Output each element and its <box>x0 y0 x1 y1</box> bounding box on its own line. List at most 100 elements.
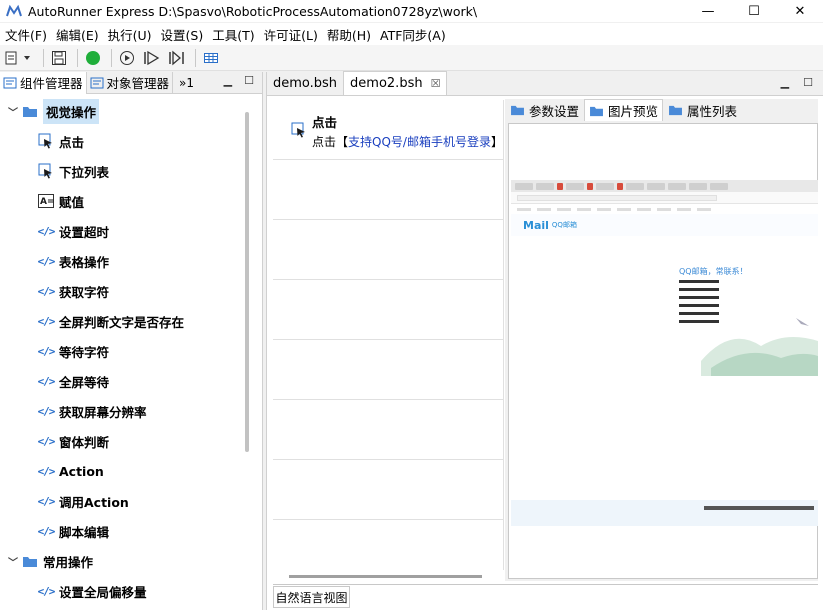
tree-group-common[interactable]: ﹀ 常用操作 <box>0 546 245 576</box>
tree-item-get-text[interactable]: </> 获取字符 <box>0 276 245 306</box>
step-target-link[interactable]: 支持QQ号/邮箱手机号登录 <box>348 135 491 149</box>
toolbar-separator <box>77 48 78 67</box>
tab-overflow-button[interactable]: »1 <box>173 76 194 90</box>
tree-item-set-timeout[interactable]: </> 设置超时 <box>0 216 245 246</box>
tab-object-manager[interactable]: 对象管理器 <box>87 71 174 94</box>
empty-step-row[interactable] <box>273 160 503 220</box>
browser-tab <box>710 182 728 190</box>
tree-item-global-offset[interactable]: </> 设置全局偏移量 <box>0 576 245 606</box>
browser-tab <box>566 182 584 190</box>
tree-scrollbar[interactable] <box>245 112 249 452</box>
browser-tab <box>536 182 554 190</box>
tree-item-label: 全屏等待 <box>59 374 110 390</box>
table-view-button[interactable] <box>200 47 222 69</box>
empty-step-row[interactable] <box>273 280 503 340</box>
tree-item-label: 全屏判断文字是否存在 <box>59 314 185 330</box>
record-button[interactable] <box>82 47 104 69</box>
mail-greeting: QQ邮箱，常联系！ <box>679 267 748 276</box>
tree-group-visual[interactable]: ﹀ 视觉操作 <box>0 96 245 126</box>
run-button[interactable] <box>116 47 138 69</box>
menu-bar: 文件(F) 编辑(E) 执行(U) 设置(S) 工具(T) 许可证(L) 帮助(… <box>0 23 823 45</box>
menu-license[interactable]: 许可证(L) <box>262 25 325 44</box>
browser-tab <box>647 182 665 190</box>
chevron-down-icon[interactable]: ﹀ <box>8 554 20 569</box>
tab-component-manager-label: 组件管理器 <box>20 76 83 91</box>
browser-bookmarks <box>511 204 818 214</box>
panel-maximize-button[interactable]: ☐ <box>244 74 254 87</box>
tree-item-action[interactable]: </> Action <box>0 456 245 486</box>
maximize-button[interactable]: ☐ <box>731 0 777 22</box>
chevron-down-icon[interactable]: ﹀ <box>8 104 20 119</box>
code-icon: </> <box>37 524 56 538</box>
code-icon: </> <box>37 284 56 298</box>
menu-edit[interactable]: 编辑(E) <box>54 25 106 44</box>
tab-natural-language-view[interactable]: 自然语言视图 <box>273 586 350 608</box>
panel-minimize-button[interactable]: ▁ <box>224 74 232 87</box>
tree-item-label: 设置超时 <box>59 224 110 240</box>
bottom-tab-strip <box>273 584 818 585</box>
tree-item-wait-text[interactable]: </> 等待字符 <box>0 336 245 366</box>
tab-properties[interactable]: 属性列表 <box>663 99 742 121</box>
save-icon <box>52 50 66 65</box>
minimize-button[interactable]: — <box>685 0 731 22</box>
tree-item-label: 点击 <box>59 134 85 150</box>
tab-demo-bsh[interactable]: demo.bsh <box>267 71 345 95</box>
tree-item-assign[interactable]: A= 赋值 <box>0 186 245 216</box>
menu-atf-sync[interactable]: ATF同步(A) <box>378 25 453 44</box>
code-icon: </> <box>37 254 56 268</box>
empty-step-row[interactable] <box>273 340 503 400</box>
browser-tab <box>587 182 593 190</box>
tab-demo2-bsh[interactable]: demo2.bsh ☒ <box>344 71 448 95</box>
window-title: AutoRunner Express D:\Spasvo\RoboticProc… <box>28 3 478 19</box>
tab-component-manager[interactable]: 组件管理器 <box>0 71 87 94</box>
tree-item-screen-resolution[interactable]: </> 获取屏幕分辨率 <box>0 396 245 426</box>
empty-step-row[interactable] <box>273 460 503 520</box>
tab-params[interactable]: 参数设置 <box>505 99 584 121</box>
browser-tab <box>617 182 623 190</box>
cursor-click-icon <box>38 133 54 149</box>
tree-group-label: 视觉操作 <box>43 98 100 124</box>
step-run-button[interactable] <box>141 47 163 69</box>
tree-item-dropdown[interactable]: 下拉列表 <box>0 156 245 186</box>
empty-step-row[interactable] <box>273 400 503 460</box>
tree-item-click[interactable]: 点击 <box>0 126 245 156</box>
tree-item-fullscreen-text-exists[interactable]: </> 全屏判断文字是否存在 <box>0 306 245 336</box>
menu-help[interactable]: 帮助(H) <box>325 25 378 44</box>
step-row[interactable]: 点击 点击【支持QQ号/邮箱手机号登录】 <box>273 100 503 160</box>
browser-tab <box>689 182 707 190</box>
folder-icon <box>669 105 682 116</box>
step-title: 点击 <box>312 115 338 130</box>
image-preview-canvas: Mail QQ邮箱 QQ邮箱，常联系！ <box>508 123 818 579</box>
save-button[interactable] <box>48 47 70 69</box>
play-circle-icon <box>120 50 134 65</box>
step-description: 点击【支持QQ号/邮箱手机号登录】 <box>312 133 503 150</box>
tab-image-preview[interactable]: 图片预览 <box>584 99 664 121</box>
menu-run[interactable]: 执行(U) <box>106 25 159 44</box>
tree-item-window-check[interactable]: </> 窗体判断 <box>0 426 245 456</box>
tree-item-call-action[interactable]: </> 调用Action <box>0 486 245 516</box>
browser-address-bar <box>511 192 818 204</box>
toolbar-separator <box>195 48 196 67</box>
tab-label: demo2.bsh <box>350 76 423 91</box>
tab-label: 图片预览 <box>608 104 659 119</box>
horizontal-scrollbar[interactable] <box>289 575 482 578</box>
tree-item-table-op[interactable]: </> 表格操作 <box>0 246 245 276</box>
menu-file[interactable]: 文件(F) <box>3 25 54 44</box>
folder-icon <box>511 105 524 116</box>
screenshot-thumbnail: Mail QQ邮箱 QQ邮箱，常联系！ <box>511 180 818 526</box>
close-tab-icon[interactable]: ☒ <box>431 77 441 90</box>
editor-maximize-button[interactable]: ☐ <box>803 76 813 89</box>
editor-minimize-button[interactable]: ▁ <box>781 76 789 89</box>
new-file-dropdown-button[interactable] <box>2 47 36 69</box>
close-button[interactable]: ✕ <box>777 0 823 22</box>
run-to-end-button[interactable] <box>166 47 188 69</box>
menu-tools[interactable]: 工具(T) <box>210 25 261 44</box>
skip-icon <box>169 50 184 65</box>
tree-item-fullscreen-wait[interactable]: </> 全屏等待 <box>0 366 245 396</box>
menu-settings[interactable]: 设置(S) <box>159 25 211 44</box>
step-desc-suffix: 】 <box>490 135 503 149</box>
empty-step-row[interactable] <box>273 220 503 280</box>
tree-group-label: 常用操作 <box>43 554 94 570</box>
component-panel: 组件管理器 对象管理器 »1 ▁ ☐ ﹀ 视觉操作 点击 下拉列表 A= 赋值 … <box>0 71 263 610</box>
tree-item-script-edit[interactable]: </> 脚本编辑 <box>0 516 245 546</box>
